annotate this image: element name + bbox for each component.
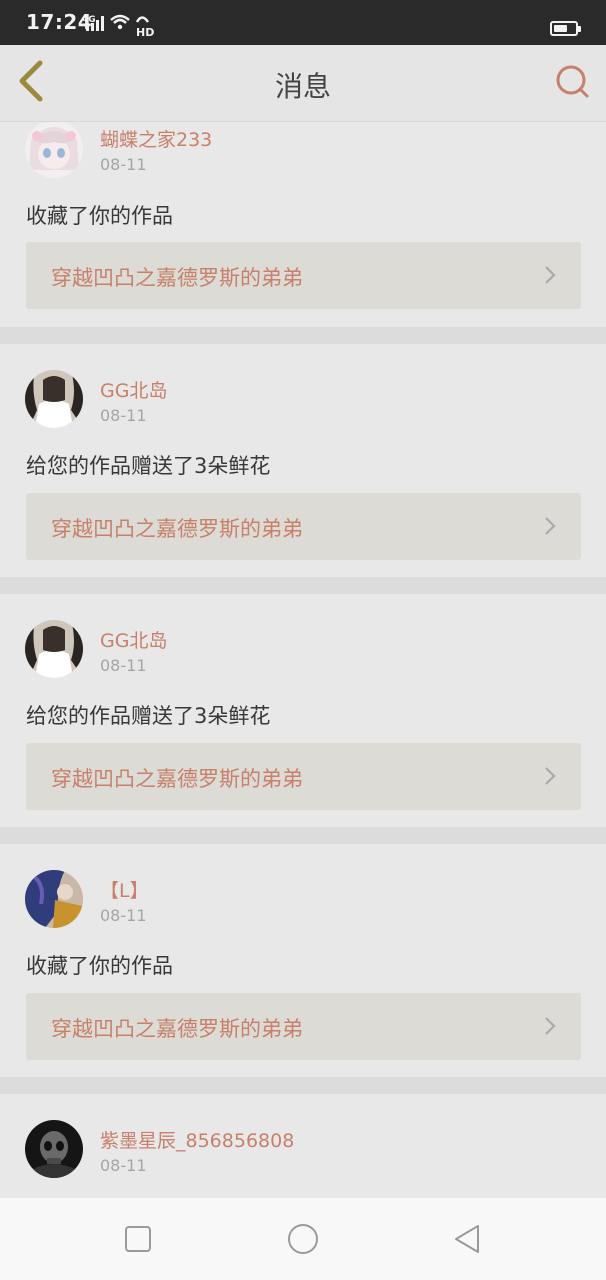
- work-title: 穿越凹凸之嘉德罗斯的弟弟: [51, 517, 303, 541]
- message-card[interactable]: 蝴蝶之家233 08-11 收藏了你的作品 穿越凹凸之嘉德罗斯的弟弟: [0, 122, 606, 327]
- message-card[interactable]: GG北岛 08-11 给您的作品赠送了3朵鲜花 穿越凹凸之嘉德罗斯的弟弟: [0, 344, 606, 577]
- message-date: 08-11: [100, 155, 147, 174]
- work-link[interactable]: 穿越凹凸之嘉德罗斯的弟弟: [26, 493, 581, 560]
- divider: [0, 827, 606, 844]
- message-username[interactable]: GG北岛: [100, 626, 167, 653]
- avatar[interactable]: [25, 370, 83, 428]
- work-link[interactable]: 穿越凹凸之嘉德罗斯的弟弟: [26, 743, 581, 810]
- back-nav-button[interactable]: [451, 1222, 485, 1256]
- message-date: 08-11: [100, 656, 147, 675]
- avatar[interactable]: [25, 620, 83, 678]
- message-action-text: 收藏了你的作品: [26, 204, 173, 228]
- message-action-text: 给您的作品赠送了3朵鲜花: [26, 454, 271, 478]
- work-title: 穿越凹凸之嘉德罗斯的弟弟: [51, 266, 303, 290]
- message-card[interactable]: 【L】 08-11 收藏了你的作品 穿越凹凸之嘉德罗斯的弟弟: [0, 844, 606, 1077]
- chevron-right-icon: [545, 767, 556, 785]
- work-title: 穿越凹凸之嘉德罗斯的弟弟: [51, 1017, 303, 1041]
- divider: [0, 327, 606, 344]
- status-bar: 17:24 4G HD: [0, 0, 606, 45]
- signal-icon: 4G HD: [82, 12, 162, 46]
- work-title: 穿越凹凸之嘉德罗斯的弟弟: [51, 767, 303, 791]
- message-action-text: 给您的作品赠送了3朵鲜花: [26, 704, 271, 728]
- message-action-text: 收藏了你的作品: [26, 954, 173, 978]
- message-username[interactable]: 【L】: [100, 876, 149, 903]
- search-icon: [556, 65, 589, 98]
- message-date: 08-11: [100, 906, 147, 925]
- hd-label: HD: [136, 26, 154, 39]
- chevron-right-icon: [545, 517, 556, 535]
- work-link[interactable]: 穿越凹凸之嘉德罗斯的弟弟: [26, 242, 581, 309]
- divider: [0, 577, 606, 594]
- avatar[interactable]: [25, 1120, 83, 1178]
- system-nav-bar: [0, 1198, 606, 1280]
- app-header: 消息: [0, 45, 606, 122]
- divider: [0, 1077, 606, 1094]
- chevron-right-icon: [545, 1017, 556, 1035]
- recents-button[interactable]: [121, 1222, 155, 1256]
- avatar[interactable]: [25, 870, 83, 928]
- message-date: 08-11: [100, 1156, 147, 1175]
- work-link[interactable]: 穿越凹凸之嘉德罗斯的弟弟: [26, 993, 581, 1060]
- home-button[interactable]: [286, 1222, 320, 1256]
- page-title: 消息: [274, 70, 331, 103]
- chevron-right-icon: [545, 266, 556, 284]
- battery-icon: [550, 21, 581, 36]
- message-username[interactable]: GG北岛: [100, 376, 167, 403]
- message-card[interactable]: GG北岛 08-11 给您的作品赠送了3朵鲜花 穿越凹凸之嘉德罗斯的弟弟: [0, 594, 606, 827]
- message-date: 08-11: [100, 406, 147, 425]
- avatar[interactable]: [25, 122, 83, 178]
- message-username[interactable]: 蝴蝶之家233: [100, 125, 212, 152]
- message-username[interactable]: 紫墨星辰_856856808: [100, 1126, 294, 1153]
- search-button[interactable]: [552, 61, 592, 101]
- message-card[interactable]: 紫墨星辰_856856808 08-11: [0, 1094, 606, 1198]
- message-list[interactable]: 蝴蝶之家233 08-11 收藏了你的作品 穿越凹凸之嘉德罗斯的弟弟 GG北岛 …: [0, 122, 606, 1198]
